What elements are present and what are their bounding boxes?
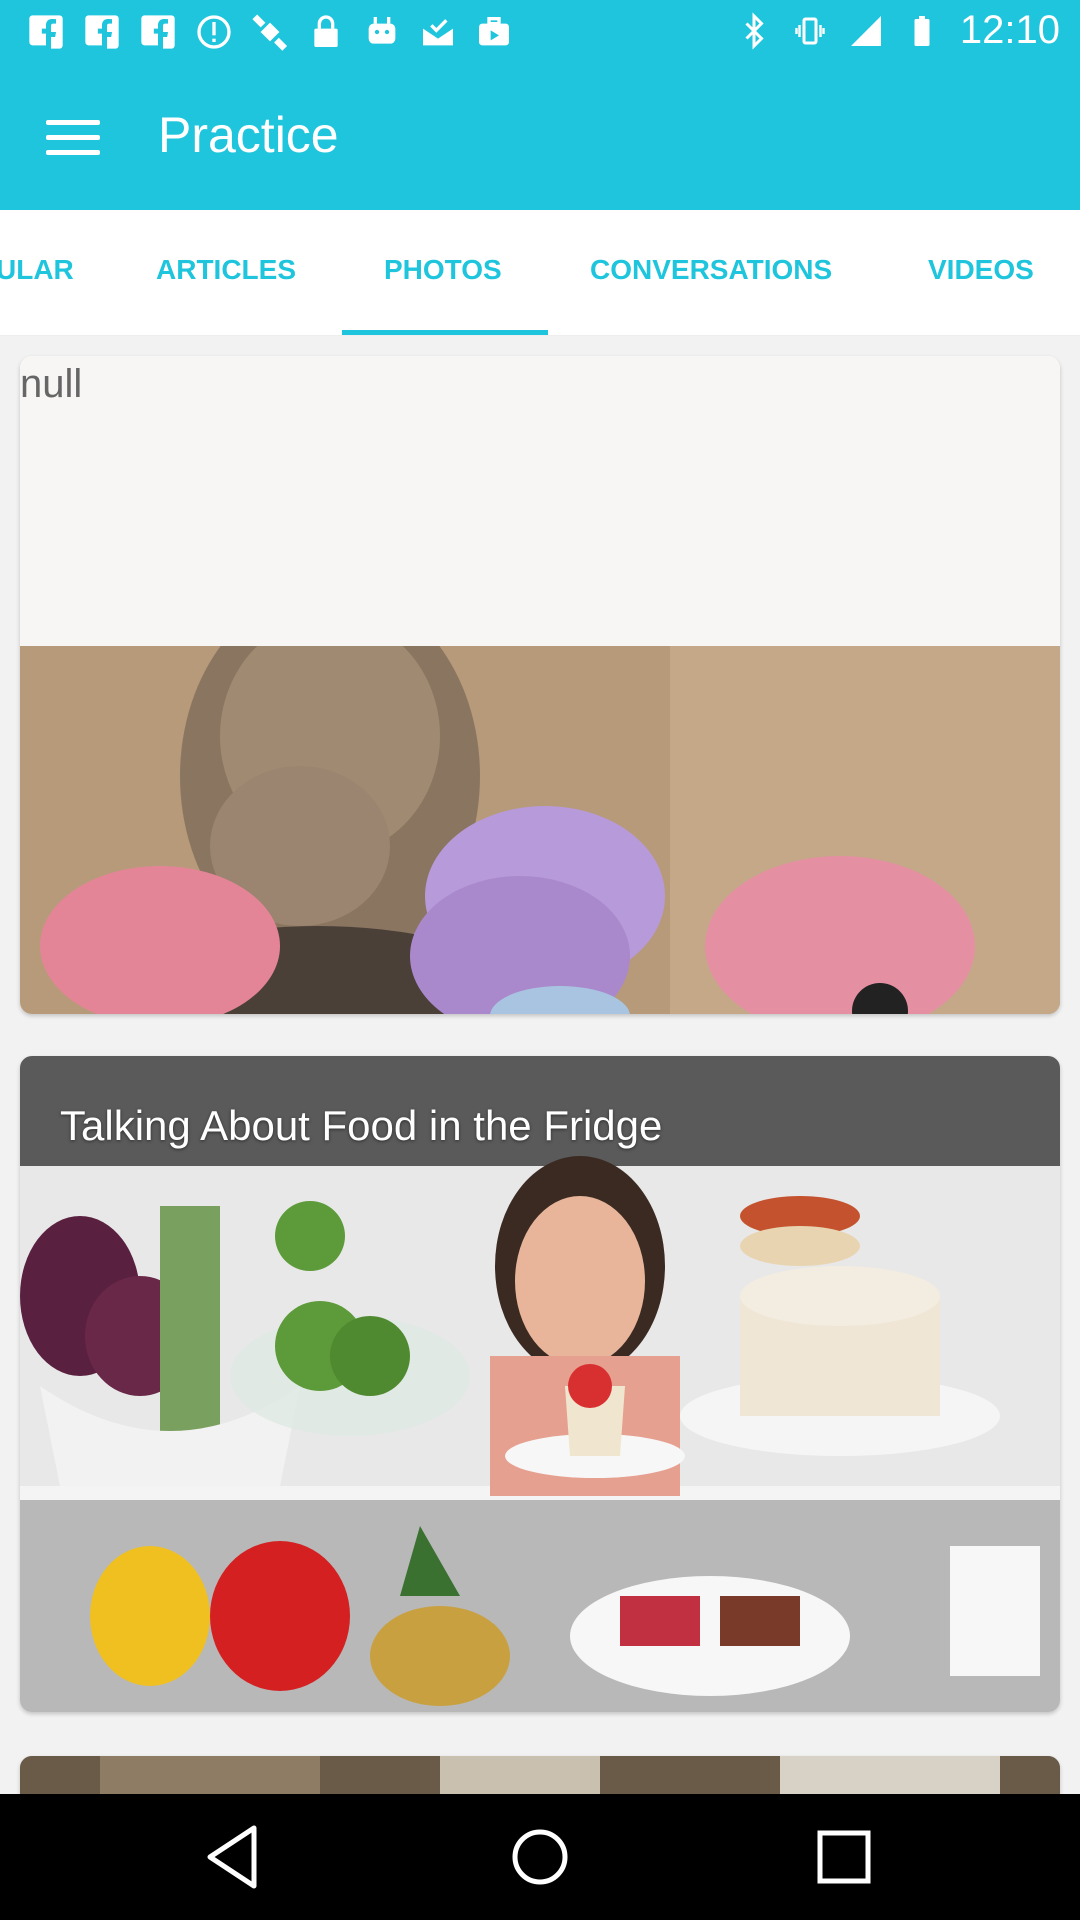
recents-icon[interactable] [804, 1820, 884, 1894]
briefcase-icon [479, 17, 509, 46]
facebook-icon [29, 15, 63, 49]
photo-card[interactable]: Talking About Food in the Fridge [20, 1056, 1060, 1712]
navigation-bar [0, 1794, 1080, 1920]
animal-with-colorful-eggs-photo [20, 646, 1060, 1014]
facebook-icon [85, 15, 119, 49]
clock: 12:10 [959, 8, 1060, 52]
tab-popular[interactable]: ULAR [0, 254, 74, 286]
status-bar: 12:10 [0, 0, 1080, 62]
back-icon[interactable] [196, 1820, 276, 1894]
mail-check-icon [423, 19, 453, 46]
page-title: Practice [158, 107, 339, 163]
tab-photos[interactable]: PHOTOS [384, 254, 502, 286]
tab-strip: ULAR ARTICLES PHOTOS CONVERSATIONS VIDEO… [0, 210, 1080, 336]
bluetooth-icon [745, 11, 764, 50]
room-photo [20, 1756, 1060, 1794]
alert-icon [197, 15, 231, 49]
tab-videos[interactable]: VIDEOS [928, 254, 1034, 286]
photo-feed[interactable]: null Talking About Food in the Fridge [0, 336, 1080, 1794]
notification-icons [26, 12, 514, 52]
battery-icon [914, 15, 930, 46]
hamburger-menu-icon[interactable] [34, 102, 114, 172]
vibrate-icon [795, 17, 825, 44]
android-icon [368, 17, 396, 44]
card-title: null [20, 362, 83, 406]
photo-card[interactable]: null [20, 356, 1060, 1014]
home-icon[interactable] [500, 1820, 580, 1894]
tab-conversations[interactable]: CONVERSATIONS [590, 254, 832, 286]
app-bar: Practice [0, 62, 1080, 210]
lock-icon [314, 15, 338, 47]
fake-gps-icon [252, 14, 288, 51]
tab-articles[interactable]: ARTICLES [156, 254, 296, 286]
photo-card[interactable] [20, 1756, 1060, 1794]
signal-icon [850, 15, 881, 46]
card-header: null [20, 356, 1060, 646]
woman-looking-in-fridge-photo [20, 1056, 1060, 1712]
facebook-icon [141, 15, 175, 49]
card-title: Talking About Food in the Fridge [60, 1102, 663, 1149]
system-icons: 12:10 [736, 8, 1060, 53]
